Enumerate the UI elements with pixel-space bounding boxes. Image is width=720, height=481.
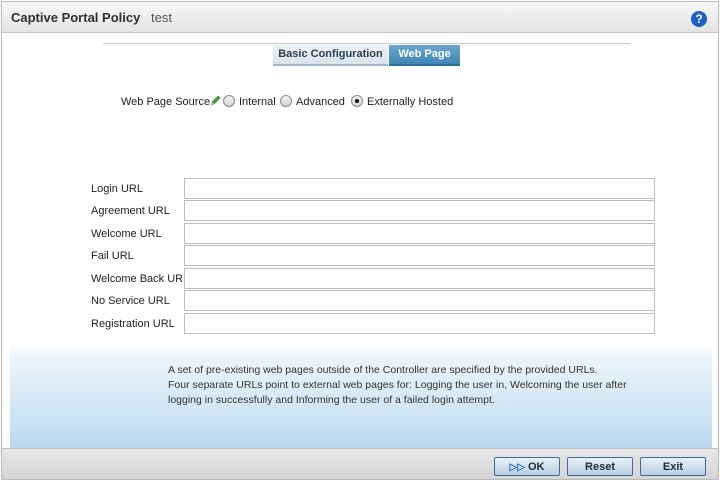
registration-url-input[interactable] <box>184 313 655 334</box>
ok-button[interactable]: ▷▷ OK <box>494 457 560 476</box>
info-line: Four separate URLs point to external web… <box>168 379 627 391</box>
login-url-label: Login URL <box>91 183 143 195</box>
radio-internal-label[interactable]: Internal <box>239 96 276 108</box>
pencil-icon <box>210 95 221 106</box>
radio-advanced[interactable] <box>280 95 292 107</box>
tab-basic-configuration[interactable]: Basic Configuration <box>273 45 388 66</box>
policy-name: test <box>151 10 172 25</box>
button-bar: ▷▷ OK Reset Exit <box>2 448 718 479</box>
radio-advanced-label[interactable]: Advanced <box>296 96 345 108</box>
welcome-back-url-input[interactable] <box>184 268 655 289</box>
info-line: A set of pre-existing web pages outside … <box>168 364 598 376</box>
title-bar: Captive Portal Policy test ? <box>2 2 718 33</box>
info-line: logging in successfully and Informing th… <box>168 394 495 406</box>
help-icon[interactable]: ? <box>691 11 707 27</box>
tab-divider <box>103 43 630 44</box>
login-url-input[interactable] <box>184 178 655 199</box>
no-service-url-input[interactable] <box>184 290 655 311</box>
registration-url-label: Registration URL <box>91 318 175 330</box>
radio-externally-hosted[interactable] <box>351 95 363 107</box>
no-service-url-label: No Service URL <box>91 295 170 307</box>
web-page-source-label: Web Page Source <box>121 96 211 108</box>
captive-portal-policy-dialog: Captive Portal Policy test ? Basic Confi… <box>1 1 719 480</box>
radio-internal[interactable] <box>223 95 235 107</box>
tab-web-page[interactable]: Web Page <box>389 45 460 66</box>
welcome-url-input[interactable] <box>184 223 655 244</box>
agreement-url-label: Agreement URL <box>91 205 170 217</box>
info-panel: A set of pre-existing web pages outside … <box>10 343 712 448</box>
exit-button[interactable]: Exit <box>640 457 706 476</box>
agreement-url-input[interactable] <box>184 200 655 221</box>
radio-externally-hosted-label[interactable]: Externally Hosted <box>367 96 453 108</box>
reset-button[interactable]: Reset <box>567 457 633 476</box>
ok-arrow-icon: ▷▷ <box>509 461 525 473</box>
fail-url-input[interactable] <box>184 245 655 266</box>
dialog-title: Captive Portal Policy <box>11 10 141 25</box>
welcome-back-url-label: Welcome Back URL <box>91 273 190 285</box>
fail-url-label: Fail URL <box>91 250 134 262</box>
welcome-url-label: Welcome URL <box>91 228 162 240</box>
ok-button-label: OK <box>527 460 545 473</box>
